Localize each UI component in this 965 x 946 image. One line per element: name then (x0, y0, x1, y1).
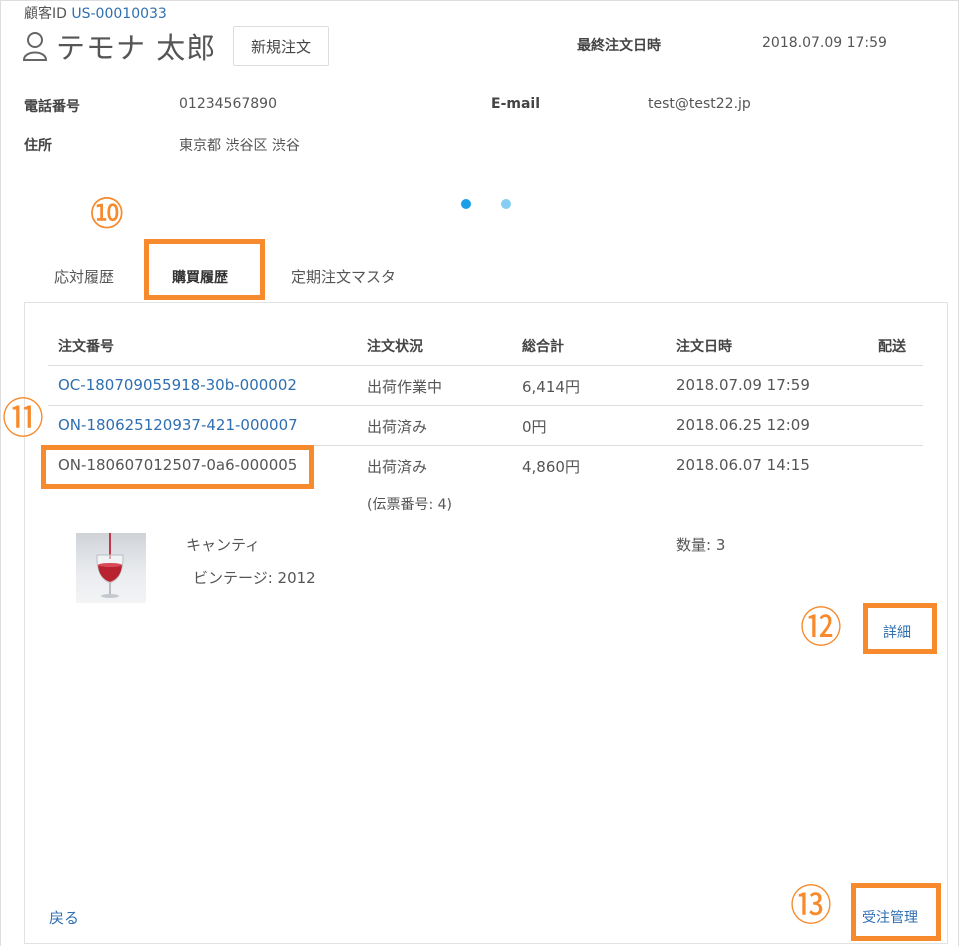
order-total: 0円 (522, 418, 547, 436)
carousel-dot-1[interactable] (461, 199, 471, 209)
annotation-marker-11: ⑪ (2, 394, 45, 443)
col-header-date: 注文日時 (676, 339, 732, 355)
last-order-label: 最終注文日時 (577, 38, 661, 54)
slip-number: (伝票番号: 4) (367, 497, 452, 513)
product-name: キャンティ (186, 536, 261, 554)
carousel-dot-2[interactable] (501, 199, 511, 209)
annotation-marker-12: ⑫ (800, 603, 843, 652)
email-value: test@test22.jp (648, 96, 751, 112)
row-divider (48, 365, 923, 366)
address-label: 住所 (24, 138, 52, 154)
order-number-link[interactable]: OC-180709055918-30b-000002 (58, 376, 297, 394)
wine-glass-image (96, 533, 124, 598)
order-status: 出荷作業中 (367, 378, 443, 396)
col-header-order-no: 注文番号 (58, 339, 114, 355)
address-value: 東京都 渋谷区 渋谷 (179, 138, 300, 154)
row-divider (48, 405, 923, 406)
col-header-total: 総合計 (522, 339, 564, 355)
carousel-dots (461, 199, 511, 209)
order-number-link[interactable]: ON-180625120937-421-000007 (58, 416, 298, 434)
tab-subscription-master[interactable]: 定期注文マスタ (291, 266, 396, 287)
highlight-box-purchase-tab (144, 239, 265, 300)
order-total: 6,414円 (522, 378, 580, 396)
order-status: 出荷済み (367, 418, 428, 436)
phone-label: 電話番号 (24, 99, 80, 115)
annotation-marker-10: ⑩ (88, 189, 126, 238)
user-icon (22, 32, 48, 61)
annotation-marker-13: ⑬ (790, 881, 833, 930)
customer-name-row: テモナ 太郎 (22, 24, 216, 68)
back-link[interactable]: 戻る (49, 907, 79, 928)
product-vintage: ビンテージ: 2012 (193, 569, 316, 587)
customer-id: 顧客ID US-00010033 (24, 3, 167, 23)
customer-id-value[interactable]: US-00010033 (71, 6, 166, 22)
customer-name: テモナ 太郎 (56, 31, 217, 65)
order-total: 4,860円 (522, 458, 580, 476)
tab-support-history[interactable]: 応対履歴 (54, 266, 114, 287)
order-date: 2018.06.25 12:09 (676, 416, 810, 434)
highlight-box-order-number (41, 445, 314, 489)
col-header-delivery: 配送 (878, 339, 906, 355)
col-header-status: 注文状況 (367, 339, 423, 355)
order-status: 出荷済み (367, 458, 428, 476)
new-order-button[interactable]: 新規注文 (233, 26, 329, 66)
email-label: E-mail (491, 96, 541, 112)
order-date: 2018.06.07 14:15 (676, 456, 810, 474)
phone-value: 01234567890 (179, 96, 277, 112)
customer-id-label: 顧客ID (24, 6, 67, 22)
last-order-value: 2018.07.09 17:59 (762, 35, 887, 51)
highlight-box-detail (863, 603, 937, 654)
order-date: 2018.07.09 17:59 (676, 376, 810, 394)
product-quantity: 数量: 3 (676, 536, 726, 554)
product-thumbnail (76, 533, 146, 603)
highlight-box-order-management (851, 883, 941, 941)
